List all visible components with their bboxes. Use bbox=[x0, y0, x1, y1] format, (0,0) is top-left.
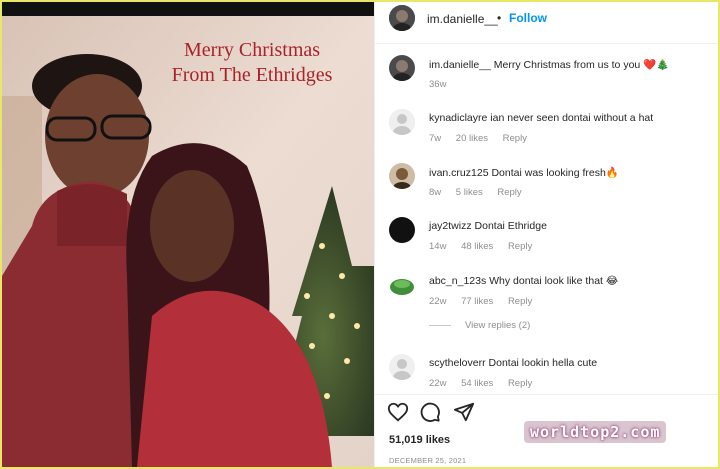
comment-meta: 22w 54 likes Reply bbox=[429, 378, 544, 389]
comment-avatar[interactable] bbox=[389, 109, 415, 135]
likes-count[interactable]: 51,019 likes bbox=[389, 434, 450, 446]
comment-text: Dontai lookin hella cute bbox=[488, 357, 598, 369]
post-photo[interactable]: Merry Christmas From The Ethridges bbox=[2, 2, 374, 467]
watermark: worldtop2.com bbox=[524, 421, 667, 443]
comment-likes[interactable]: 20 likes bbox=[456, 133, 488, 144]
comment-age: 8w bbox=[429, 187, 442, 198]
follow-button[interactable]: Follow bbox=[509, 11, 547, 25]
author-avatar[interactable] bbox=[389, 5, 415, 31]
caption-age: 36w bbox=[429, 79, 447, 90]
comment-avatar[interactable] bbox=[389, 217, 415, 243]
comment-age: 22w bbox=[429, 378, 447, 389]
comment-text: Dontai was looking fresh🔥 bbox=[491, 167, 619, 179]
post-action-bar bbox=[375, 394, 718, 424]
comment-username[interactable]: scytheloverr bbox=[429, 357, 486, 369]
comment-username[interactable]: kynadiclayre bbox=[429, 112, 487, 124]
photo-caption-line2: From The Ethridges bbox=[171, 64, 333, 86]
comment-likes[interactable]: 48 likes bbox=[461, 241, 493, 252]
caption-text-line: im.danielle__ Merry Christmas from us to… bbox=[429, 58, 669, 71]
view-replies-line bbox=[429, 324, 451, 326]
comment-item: abc_n_123s Why dontai look like that 😂 2… bbox=[375, 272, 718, 322]
comment-icon[interactable] bbox=[419, 401, 441, 423]
heart-icon[interactable] bbox=[387, 401, 409, 423]
comment-text-line: scytheloverr Dontai lookin hella cute bbox=[429, 357, 597, 369]
comment-meta: 22w 77 likes Reply bbox=[429, 296, 544, 307]
caption-author-avatar[interactable] bbox=[389, 55, 415, 81]
comment-item: jay2twizz Dontai Ethridge 14w 48 likes R… bbox=[375, 217, 718, 267]
comment-avatar[interactable] bbox=[389, 354, 415, 380]
comment-likes[interactable]: 54 likes bbox=[461, 378, 493, 389]
header-separator: • bbox=[497, 11, 502, 25]
comment-text: Dontai Ethridge bbox=[474, 220, 547, 232]
post-header: im.danielle__ • Follow bbox=[375, 2, 718, 44]
comment-text: Why dontai look like that 😂 bbox=[489, 275, 619, 287]
send-icon[interactable] bbox=[453, 401, 475, 423]
comment-age: 14w bbox=[429, 241, 447, 252]
comment-text-line: jay2twizz Dontai Ethridge bbox=[429, 220, 547, 232]
comment-text: ian never seen dontai without a hat bbox=[490, 112, 654, 124]
comment-username[interactable]: ivan.cruz125 bbox=[429, 167, 489, 179]
caption-text: Merry Christmas from us to you ❤️🎄 bbox=[493, 59, 670, 71]
view-replies-label: View replies (2) bbox=[465, 320, 531, 331]
caption-meta: 36w bbox=[429, 79, 458, 90]
comment-item: kynadiclayre ian never seen dontai witho… bbox=[375, 109, 718, 159]
comment-username[interactable]: abc_n_123s bbox=[429, 275, 486, 287]
post-date: DECEMBER 25, 2021 bbox=[389, 456, 467, 465]
comment-text-line: kynadiclayre ian never seen dontai witho… bbox=[429, 112, 653, 124]
comment-reply-button[interactable]: Reply bbox=[508, 296, 532, 307]
comment-reply-button[interactable]: Reply bbox=[497, 187, 521, 198]
view-replies-button[interactable]: View replies (2) bbox=[429, 320, 530, 331]
comment-reply-button[interactable]: Reply bbox=[503, 133, 527, 144]
comment-avatar[interactable] bbox=[389, 163, 415, 189]
photo-caption-line1: Merry Christmas bbox=[183, 39, 321, 61]
post-side-panel: im.danielle__ • Follow im.danielle__ Mer… bbox=[374, 2, 718, 467]
comment-text-line: ivan.cruz125 Dontai was looking fresh🔥 bbox=[429, 166, 619, 179]
comment-avatar[interactable] bbox=[389, 272, 415, 298]
photo-top-bar bbox=[2, 2, 374, 16]
comment-age: 22w bbox=[429, 296, 447, 307]
post-caption: im.danielle__ Merry Christmas from us to… bbox=[375, 55, 718, 105]
comment-item: ivan.cruz125 Dontai was looking fresh🔥 8… bbox=[375, 163, 718, 213]
comment-username[interactable]: jay2twizz bbox=[429, 220, 472, 232]
comment-likes[interactable]: 77 likes bbox=[461, 296, 493, 307]
comment-reply-button[interactable]: Reply bbox=[508, 378, 532, 389]
comment-likes[interactable]: 5 likes bbox=[456, 187, 483, 198]
caption-username[interactable]: im.danielle__ bbox=[429, 59, 491, 71]
author-username[interactable]: im.danielle__ bbox=[427, 12, 498, 26]
comment-age: 7w bbox=[429, 133, 442, 144]
comment-meta: 14w 48 likes Reply bbox=[429, 241, 544, 252]
comment-meta: 7w 20 likes Reply bbox=[429, 133, 539, 144]
photo-caption: Merry Christmas From The Ethridges bbox=[152, 38, 352, 88]
comment-reply-button[interactable]: Reply bbox=[508, 241, 532, 252]
comment-meta: 8w 5 likes Reply bbox=[429, 187, 534, 198]
comment-text-line: abc_n_123s Why dontai look like that 😂 bbox=[429, 275, 618, 287]
